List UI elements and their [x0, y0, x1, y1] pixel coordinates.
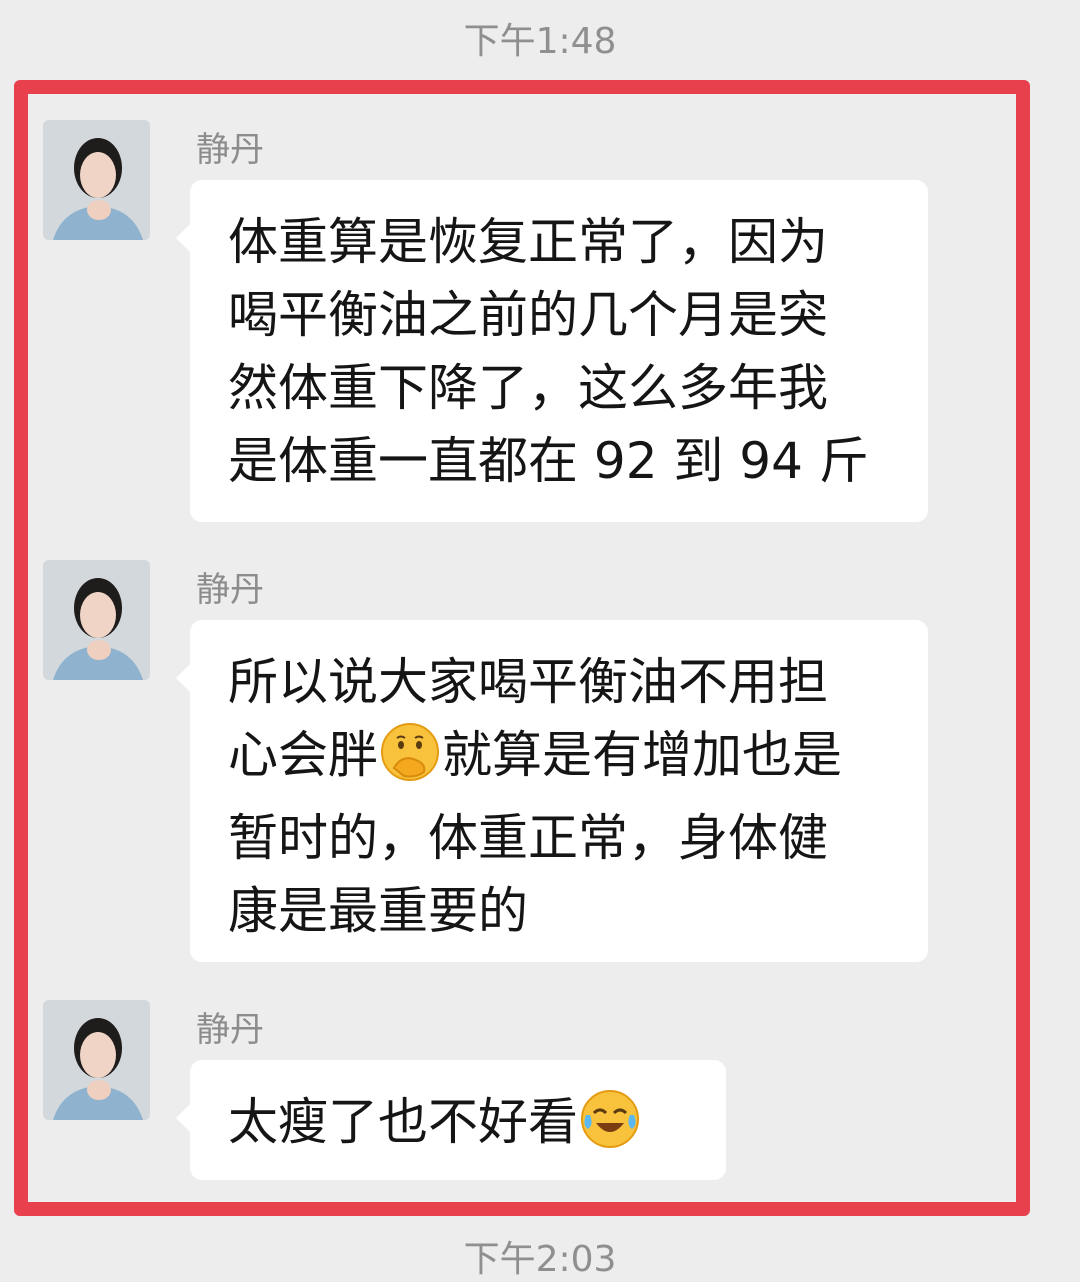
crying-laughing-face-icon [580, 1089, 640, 1169]
sender-name: 静丹 [196, 1010, 264, 1050]
message-text-segment: 太瘦了也不好看 [228, 1093, 578, 1151]
thinking-face-icon [380, 722, 440, 802]
message-bubble[interactable]: 太瘦了也不好看 [176, 1060, 726, 1180]
message-text-line: 喝平衡油之前的几个月是突 [228, 286, 828, 344]
message-text-segment: 心会胖 [228, 726, 378, 784]
message-text-line: 太瘦了也不好看 [228, 1086, 690, 1169]
avatar[interactable] [43, 1000, 150, 1120]
message-text-line: 体重算是恢复正常了，因为 [228, 213, 828, 271]
message-text-line: 是体重一直都在 92 到 94 斤 [228, 432, 869, 490]
timestamp-top: 下午1:48 [463, 21, 617, 62]
message-bubble[interactable]: 所以说大家喝平衡油不用担 心会胖 就算是有增加也是 暂时的，体重正常，身体健 康… [176, 620, 928, 962]
sender-name: 静丹 [196, 130, 264, 170]
message-text-segment: 就算是有增加也是 [442, 726, 842, 784]
sender-name: 静丹 [196, 570, 264, 610]
avatar[interactable] [43, 120, 150, 240]
timestamp-bottom: 下午2:03 [463, 1239, 617, 1280]
message-text-line: 暂时的，体重正常，身体健 [228, 809, 828, 867]
message-text-line: 所以说大家喝平衡油不用担 [228, 653, 828, 711]
message-text-line: 心会胖 就算是有增加也是 [228, 719, 892, 802]
message-text-line: 然体重下降了，这么多年我 [228, 359, 828, 417]
message-bubble[interactable]: 体重算是恢复正常了，因为 喝平衡油之前的几个月是突 然体重下降了，这么多年我 是… [176, 180, 928, 522]
message-text-line: 康是最重要的 [228, 882, 528, 940]
avatar[interactable] [43, 560, 150, 680]
